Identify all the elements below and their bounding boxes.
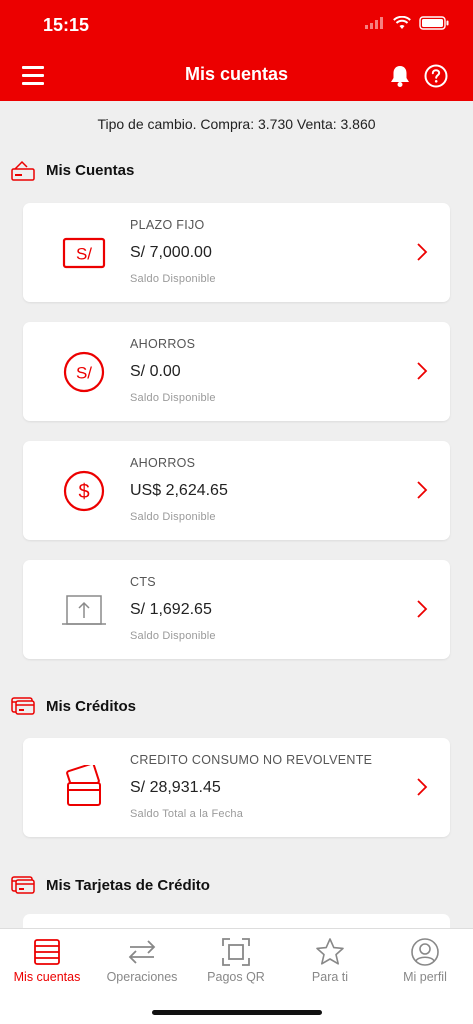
account-balance-label: Saldo Disponible [130, 511, 216, 523]
help-question-icon[interactable] [424, 64, 448, 88]
home-indicator [152, 1010, 322, 1015]
tab-label: Mis cuentas [13, 970, 81, 984]
cards-icon [66, 765, 101, 806]
chevron-right-icon [417, 778, 428, 796]
tab-label: Mi perfil [403, 970, 447, 984]
account-balance-label: Saldo Disponible [130, 392, 216, 404]
upload-box-icon [62, 595, 106, 625]
accounts-section-icon [11, 160, 35, 181]
account-type: CTS [130, 575, 156, 589]
chevron-right-icon [417, 362, 428, 380]
soles-circle-icon: S/ [63, 351, 105, 393]
credits-section-icon [11, 697, 35, 715]
qr-scan-icon [222, 938, 250, 966]
credit-balance-label: Saldo Total a la Fecha [130, 808, 244, 820]
soles-square-icon: S/ [62, 237, 106, 269]
svg-text:S/: S/ [76, 245, 92, 264]
credit-cards-section-icon [11, 876, 35, 894]
dollar-circle-icon: $ [63, 470, 105, 512]
tab-label: Pagos QR [207, 970, 265, 984]
section-mis-creditos: Mis Créditos [11, 694, 136, 718]
chevron-right-icon [417, 243, 428, 261]
top-app-bar: 15:15 Mis cuentas [0, 0, 473, 101]
tab-mi-perfil[interactable]: Mi perfil [378, 929, 472, 999]
account-amount: S/ 7,000.00 [130, 244, 212, 261]
user-icon [411, 938, 439, 966]
notifications-bell-icon[interactable] [389, 64, 411, 88]
tab-operaciones[interactable]: Operaciones [95, 929, 189, 999]
section-mis-cuentas: Mis Cuentas [11, 158, 134, 182]
exchange-rate: Tipo de cambio. Compra: 3.730 Venta: 3.8… [97, 116, 376, 132]
account-card[interactable]: CTS S/ 1,692.65 Saldo Disponible [23, 560, 450, 659]
account-amount: US$ 2,624.65 [130, 482, 228, 499]
account-card[interactable]: $ AHORROS US$ 2,624.65 Saldo Disponible [23, 441, 450, 540]
section-mis-tarjetas: Mis Tarjetas de Crédito [11, 873, 210, 897]
account-card[interactable]: S/ PLAZO FIJO S/ 7,000.00 Saldo Disponib… [23, 203, 450, 302]
svg-text:$: $ [78, 481, 89, 503]
tab-pagos-qr[interactable]: Pagos QR [189, 929, 283, 999]
tab-para-ti[interactable]: Para ti [283, 929, 377, 999]
account-type: AHORROS [130, 337, 196, 351]
wifi-icon [393, 16, 411, 29]
tab-mis-cuentas[interactable]: Mis cuentas [0, 929, 94, 999]
status-time: 15:15 [43, 15, 90, 35]
account-type: AHORROS [130, 456, 196, 470]
section-label: Mis Tarjetas de Crédito [46, 876, 210, 894]
account-amount: S/ 0.00 [130, 363, 181, 380]
credit-amount: S/ 28,931.45 [130, 779, 221, 796]
svg-text:S/: S/ [76, 364, 92, 383]
battery-icon [419, 16, 449, 30]
account-balance-label: Saldo Disponible [130, 630, 216, 642]
chevron-right-icon [417, 481, 428, 499]
account-amount: S/ 1,692.65 [130, 601, 212, 618]
chevron-right-icon [417, 600, 428, 618]
section-label: Mis Créditos [46, 697, 137, 715]
account-balance-label: Saldo Disponible [130, 273, 216, 285]
account-type: PLAZO FIJO [130, 218, 205, 232]
star-icon [316, 938, 344, 965]
tab-label: Operaciones [106, 970, 178, 984]
tab-label: Para ti [311, 970, 349, 984]
section-label: Mis Cuentas [46, 161, 135, 179]
account-card[interactable]: S/ AHORROS S/ 0.00 Saldo Disponible [23, 322, 450, 421]
cellular-signal-icon [365, 17, 383, 29]
credit-card[interactable]: CREDITO CONSUMO NO REVOLVENTE S/ 28,931.… [23, 738, 450, 837]
status-icons [365, 16, 449, 30]
credit-type: CREDITO CONSUMO NO REVOLVENTE [130, 753, 373, 767]
transfer-arrows-icon [128, 940, 156, 964]
cards-icon [34, 939, 60, 965]
